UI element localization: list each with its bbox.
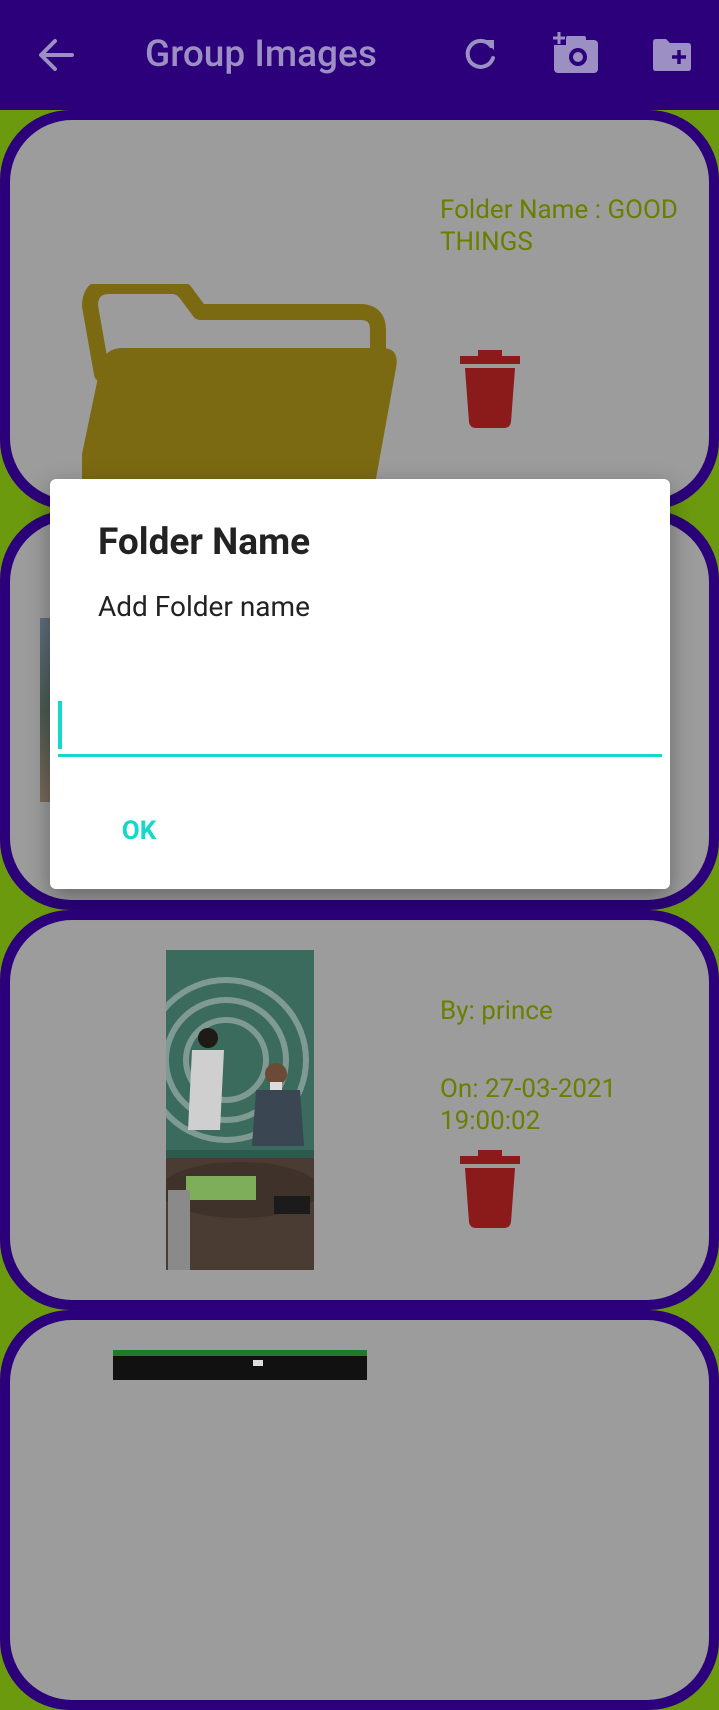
ok-button[interactable]: OK xyxy=(100,801,178,861)
dialog-message: Add Folder name xyxy=(98,590,310,623)
folder-name-dialog: Folder Name Add Folder name OK xyxy=(50,479,670,889)
folder-name-input[interactable] xyxy=(64,701,658,751)
input-underline xyxy=(58,754,662,757)
image-card[interactable] xyxy=(0,1310,719,1710)
dialog-title: Folder Name xyxy=(98,521,311,564)
app-screen: Group Images Folder Name : GOOD THINGS B… xyxy=(0,0,719,1710)
text-cursor xyxy=(58,701,62,749)
